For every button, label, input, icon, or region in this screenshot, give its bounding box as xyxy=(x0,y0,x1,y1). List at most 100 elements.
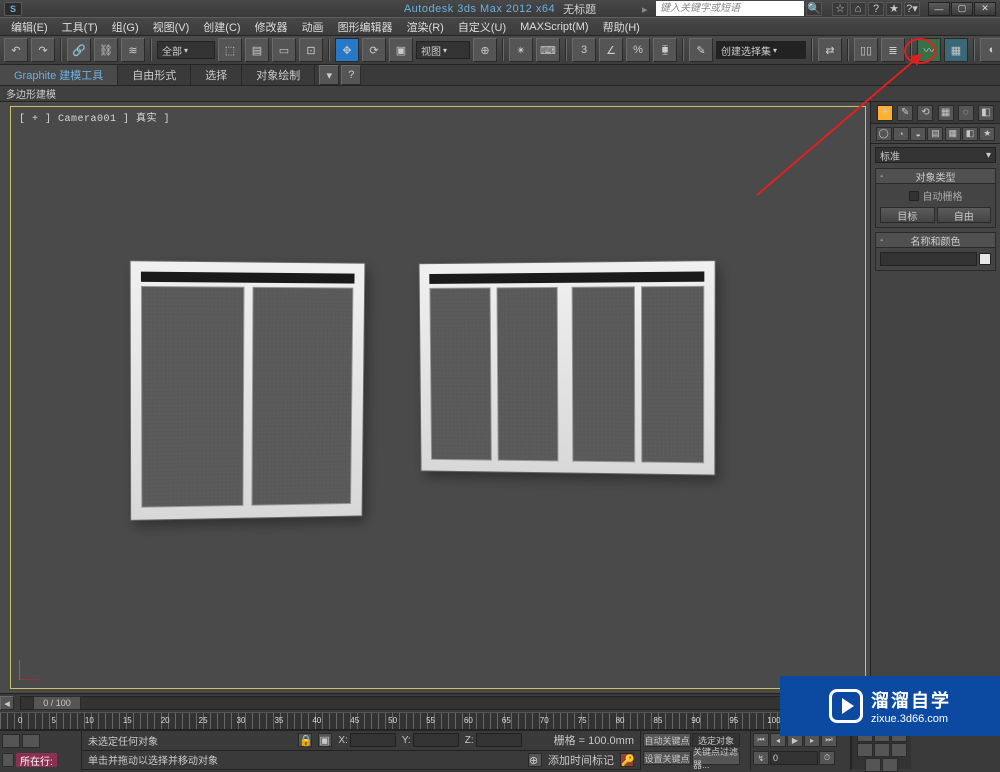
max-toggle-icon[interactable] xyxy=(882,758,898,772)
percent-snap-button[interactable]: % xyxy=(626,38,650,62)
menu-graph[interactable]: 图形编辑器 xyxy=(331,18,400,35)
window-crossing-button[interactable]: ⊡ xyxy=(299,38,323,62)
helpers-cat-icon[interactable]: ▦ xyxy=(945,127,961,141)
select-region-button[interactable]: ▭ xyxy=(272,38,296,62)
undo-button[interactable]: ↶ xyxy=(4,38,28,62)
time-slider-thumb[interactable]: 0 / 100 xyxy=(33,696,81,710)
material-editor-button[interactable]: ◐ xyxy=(980,38,1000,62)
rollout-head-name-color[interactable]: -名称和颜色 xyxy=(876,233,995,248)
autogrid-checkbox[interactable]: 自动栅格 xyxy=(880,188,991,203)
zoom-extents-all-icon[interactable] xyxy=(857,743,873,757)
star-icon[interactable]: ★ xyxy=(886,2,902,16)
curve-editor-button[interactable]: 〰 xyxy=(917,38,941,62)
key-mode-toggle-icon[interactable]: ↯ xyxy=(753,751,769,765)
menu-views[interactable]: 视图(V) xyxy=(146,18,197,35)
search-go-icon[interactable]: 🔍 xyxy=(806,2,822,16)
shapes-cat-icon[interactable]: ◔ xyxy=(893,127,909,141)
menu-modifiers[interactable]: 修改器 xyxy=(248,18,295,35)
isolate-icon[interactable]: ▣ xyxy=(318,733,332,747)
resource-icon[interactable]: ⌂ xyxy=(850,2,866,16)
select-move-button[interactable]: ✥ xyxy=(335,38,359,62)
align-button[interactable]: ▯▯ xyxy=(854,38,878,62)
selection-lock-icon[interactable]: 🔒 xyxy=(298,733,312,747)
y-coord[interactable]: Y: xyxy=(402,733,459,747)
viewport-camera[interactable]: [ + ] Camera001 ] 真实 ] xyxy=(10,106,866,689)
schematic-view-button[interactable]: ▦ xyxy=(944,38,968,62)
select-scale-button[interactable]: ▣ xyxy=(389,38,413,62)
app-logo[interactable]: S xyxy=(4,2,22,16)
tab-graphite[interactable]: Graphite 建模工具 xyxy=(0,65,118,85)
help-icon[interactable]: ? xyxy=(868,2,884,16)
select-name-button[interactable]: ▤ xyxy=(245,38,269,62)
set-key-button[interactable]: 设置关键点 xyxy=(643,751,691,765)
select-manipulate-button[interactable]: ✴ xyxy=(509,38,533,62)
use-center-button[interactable]: ⊕ xyxy=(473,38,497,62)
motion-tab-icon[interactable]: ▦ xyxy=(938,105,954,121)
snap-toggle-button[interactable]: 3 xyxy=(572,38,596,62)
object-name-input[interactable] xyxy=(880,252,977,266)
named-sel-dropdown[interactable]: 创建选择集▾ xyxy=(716,41,806,59)
add-tag-icon[interactable]: ⊕ xyxy=(528,753,542,767)
select-object-button[interactable]: ⬚ xyxy=(218,38,242,62)
orbit-icon[interactable] xyxy=(891,743,907,757)
angle-snap-button[interactable]: ∠ xyxy=(599,38,623,62)
time-config-icon[interactable]: ⏱ xyxy=(819,751,835,765)
menu-tools[interactable]: 工具(T) xyxy=(55,18,105,35)
z-coord[interactable]: Z: xyxy=(465,733,522,747)
viewport-label[interactable]: [ + ] Camera001 ] 真实 ] xyxy=(19,109,170,125)
display-tab-icon[interactable]: ◌ xyxy=(958,105,974,121)
close-button[interactable]: ✕ xyxy=(974,2,996,16)
viewport-area[interactable]: [ + ] Camera001 ] 真实 ] xyxy=(0,102,870,693)
modify-tab-icon[interactable]: ✎ xyxy=(897,105,913,121)
create-tab-icon[interactable]: ☀ xyxy=(877,105,893,121)
help-dropdown-icon[interactable]: ?▾ xyxy=(904,2,920,16)
help-search-input[interactable]: 键入关键字或短语 xyxy=(656,1,804,16)
minimize-button[interactable]: — xyxy=(928,2,950,16)
create-subcategory-dropdown[interactable]: 标准▾ xyxy=(875,147,996,163)
maximize-button[interactable]: ▢ xyxy=(951,2,973,16)
ribbon-help-icon[interactable]: ? xyxy=(341,65,361,85)
tab-selection[interactable]: 选择 xyxy=(191,65,242,85)
target-button[interactable]: 目标 xyxy=(880,207,935,223)
unlink-button[interactable]: ⛓ xyxy=(94,38,118,62)
goto-start-icon[interactable]: ⏮ xyxy=(753,733,769,747)
time-slider-prev-icon[interactable]: ◂ xyxy=(0,696,14,710)
spacewarps-cat-icon[interactable]: ◧ xyxy=(962,127,978,141)
free-button[interactable]: 自由 xyxy=(937,207,992,223)
systems-cat-icon[interactable]: ★ xyxy=(979,127,995,141)
pan-icon[interactable] xyxy=(874,743,890,757)
tab-paint[interactable]: 对象绘制 xyxy=(242,65,315,85)
ref-coord-dropdown[interactable]: 视图▾ xyxy=(416,41,470,59)
select-rotate-button[interactable]: ⟳ xyxy=(362,38,386,62)
object-color-swatch[interactable] xyxy=(979,253,991,265)
menu-render[interactable]: 渲染(R) xyxy=(400,18,451,35)
menu-create[interactable]: 创建(C) xyxy=(196,18,247,35)
auto-key-button[interactable]: 自动关键点 xyxy=(643,733,691,747)
menu-maxscript[interactable]: MAXScript(M) xyxy=(513,18,595,35)
menu-help[interactable]: 帮助(H) xyxy=(596,18,647,35)
redo-button[interactable]: ↷ xyxy=(31,38,55,62)
favorite-icon[interactable]: ☆ xyxy=(832,2,848,16)
bind-space-warp-button[interactable]: ≋ xyxy=(121,38,145,62)
menu-group[interactable]: 组(G) xyxy=(105,18,146,35)
utilities-tab-icon[interactable]: ◧ xyxy=(978,105,994,121)
edit-named-sel-button[interactable]: ✎ xyxy=(689,38,713,62)
selection-filter-dropdown[interactable]: 全部▾ xyxy=(157,41,215,59)
geometry-cat-icon[interactable]: ◯ xyxy=(876,127,892,141)
mirror-button[interactable]: ⇄ xyxy=(818,38,842,62)
macro-rec-icon[interactable] xyxy=(2,753,14,767)
key-filter-button[interactable]: 关键点过滤器... xyxy=(692,751,740,765)
menu-customize[interactable]: 自定义(U) xyxy=(451,18,513,35)
menu-edit[interactable]: 编辑(E) xyxy=(4,18,55,35)
tab-freeform[interactable]: 自由形式 xyxy=(118,65,191,85)
walk-icon[interactable] xyxy=(865,758,881,772)
link-button[interactable]: 🔗 xyxy=(67,38,91,62)
add-time-tag[interactable]: 添加时间标记 xyxy=(548,752,614,768)
menu-animation[interactable]: 动画 xyxy=(295,18,331,35)
maxscript-mini-icon[interactable] xyxy=(2,734,20,748)
layers-button[interactable]: ≣ xyxy=(881,38,905,62)
ribbon-collapse-icon[interactable]: ▾ xyxy=(319,65,339,85)
keyboard-shortcut-button[interactable]: ⌨ xyxy=(536,38,560,62)
cameras-cat-icon[interactable]: ▤ xyxy=(927,127,943,141)
lights-cat-icon[interactable]: ◒ xyxy=(910,127,926,141)
